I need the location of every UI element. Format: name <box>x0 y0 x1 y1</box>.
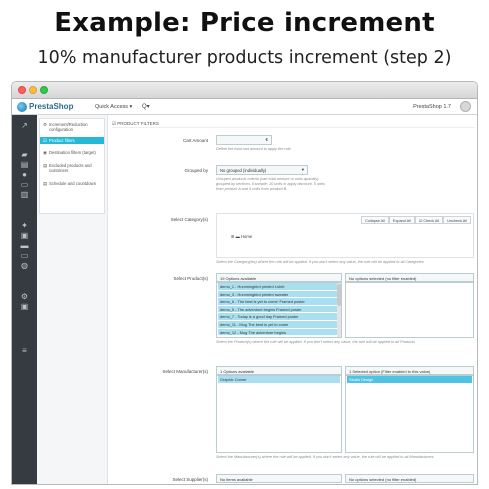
admin-header: PrestaShop Quick Access ▾ Q▾ PrestaShop … <box>12 99 477 115</box>
suppliers-label: Select Supplier(s) <box>172 477 208 482</box>
scrollbar-thumb[interactable] <box>337 284 341 306</box>
stats-icon[interactable]: ▥ <box>19 189 30 200</box>
tab-label: Destination filters (target) <box>49 150 96 155</box>
manufacturers-selected-header[interactable]: 1 Selected option (Filter enabled to thi… <box>345 366 474 375</box>
category-label: Select Category(s) <box>170 217 208 222</box>
prestashop-logo-icon[interactable] <box>17 102 27 112</box>
category-tree: Collapse All Expand All ☑ Check All Unch… <box>216 213 474 258</box>
products-available-list[interactable]: demo_1 - Hummingbird printed t-shirt dem… <box>216 282 342 338</box>
tab-label: Excluded products and customers <box>49 163 92 173</box>
products-selected-header[interactable]: No options selected (no filter enabled) <box>345 273 474 282</box>
list-item[interactable]: demo_5 - The adventure begins Framed pos… <box>218 305 337 314</box>
tab-label: Product filters <box>49 138 75 143</box>
checkbox-icon: ☑ <box>43 138 48 143</box>
list-item[interactable]: demo_3 - Hummingbird printed sweater <box>218 290 337 299</box>
currency-addon: € <box>265 137 268 142</box>
chevron-down-icon: ▾ <box>301 167 304 172</box>
products-label: Select Product(s) <box>173 276 208 281</box>
grouped-by-help: Grouped products criteria (cart total am… <box>216 177 325 191</box>
list-item[interactable]: demo_12 - Mug The adventure begins <box>218 328 337 337</box>
tab-excluded-products[interactable]: ▤ Excluded products and customers <box>40 162 104 174</box>
list-item[interactable]: Graphic Corner <box>218 376 340 384</box>
grouped-by-select[interactable]: No grouped (individually) ▾ <box>216 165 308 175</box>
grouped-by-value: No grouped (individually) <box>220 168 267 173</box>
window-titlebar <box>12 82 477 99</box>
advanced-icon[interactable]: ▣ <box>19 301 30 312</box>
divider <box>112 127 475 128</box>
avatar[interactable] <box>460 101 471 112</box>
list-item[interactable]: Studio Design <box>347 376 472 384</box>
international-icon[interactable]: ◍ <box>19 260 30 271</box>
uncheck-all-button[interactable]: Uncheck All <box>443 216 471 224</box>
cart-amount-help: Define the total cart amount to apply th… <box>216 147 291 151</box>
products-selected-list[interactable] <box>345 282 474 338</box>
category-actions: Collapse All Expand All ☑ Check All Unch… <box>361 216 471 224</box>
page-title: Example: Price increment <box>54 8 435 38</box>
check-all-button[interactable]: ☑ Check All <box>414 216 444 224</box>
category-help: Select the Category(ies) where the rule … <box>216 260 424 264</box>
module-tabs: ⚙ Increment/Reduction configuration ☑ Pr… <box>37 115 108 484</box>
list-item[interactable]: demo_11 - Mug The best is yet to come <box>218 321 337 329</box>
minimize-window-icon[interactable] <box>29 86 37 94</box>
close-window-icon[interactable] <box>18 86 26 94</box>
main-sidebar: ↗ ▰ ▤ ● ▭ ▥ ✦ ▣ ▬ ▭ ◍ ⚙ ▣ ≡ <box>12 115 37 484</box>
list-item[interactable]: demo_6 - The best is yet to come' Framed… <box>218 298 337 306</box>
tab-product-filters[interactable]: ☑ Product filters <box>40 137 104 144</box>
collapse-all-button[interactable]: Collapse All <box>361 216 389 224</box>
manufacturers-available-header[interactable]: 1 Options available <box>216 366 342 375</box>
tree-item-home[interactable]: ⊞ ▬ Home <box>231 234 252 239</box>
grouped-by-label: Grouped by <box>184 168 208 173</box>
manufacturers-help: Select the Manufacturer(s) where the rul… <box>216 455 434 459</box>
cart-amount-input[interactable]: € <box>216 135 272 145</box>
calendar-icon: ▤ <box>43 181 48 186</box>
manufacturers-label: Select Manufacturer(s) <box>162 369 208 374</box>
tab-label: Schedule and countdown <box>49 181 97 186</box>
page-subtitle: 10% manufacturer products increment (ste… <box>37 48 452 68</box>
list-item[interactable]: demo_1 - Hummingbird printed t-shirt <box>218 283 337 291</box>
quick-access-menu[interactable]: Quick Access ▾ <box>95 104 132 110</box>
suppliers-available-header[interactable]: No items available <box>216 474 342 483</box>
manufacturers-selected-list[interactable]: Studio Design <box>345 375 474 453</box>
brand-name[interactable]: PrestaShop <box>29 102 73 111</box>
version-label: PrestaShop 1.7 <box>413 104 451 110</box>
search-icon[interactable]: Q▾ <box>142 103 150 110</box>
browser-window: PrestaShop Quick Access ▾ Q▾ PrestaShop … <box>11 81 478 485</box>
products-scrollbar[interactable] <box>337 283 341 337</box>
cart-amount-label: Cart Amount <box>182 138 208 143</box>
suppliers-selected-header[interactable]: No options selected (no filter enabled) <box>345 474 474 483</box>
dashboard-icon[interactable]: ↗ <box>19 120 30 131</box>
module-tabs-panel: ⚙ Increment/Reduction configuration ☑ Pr… <box>39 118 105 214</box>
tab-schedule[interactable]: ▤ Schedule and countdown <box>40 180 104 187</box>
list-item[interactable]: demo_7 - Today is a good day Framed post… <box>218 313 337 321</box>
products-available-header[interactable]: 19 Options available <box>216 273 342 282</box>
manufacturers-available-list[interactable]: Graphic Corner <box>216 375 342 453</box>
expand-all-button[interactable]: Expand All <box>388 216 415 224</box>
gear-icon: ⚙ <box>43 122 48 127</box>
tab-increment-configuration[interactable]: ⚙ Increment/Reduction configuration <box>40 121 104 133</box>
list-icon: ▤ <box>43 163 48 168</box>
collapse-menu-icon[interactable]: ≡ <box>19 345 30 356</box>
tab-destination-filters[interactable]: ◉ Destination filters (target) <box>40 149 104 156</box>
maximize-window-icon[interactable] <box>40 86 48 94</box>
product-filters-panel: ☑ PRODUCT FILTERS Cart Amount € Define t… <box>108 115 477 484</box>
tab-label: Increment/Reduction configuration <box>49 122 88 132</box>
target-icon: ◉ <box>43 150 47 155</box>
products-help: Select the Product(s) where the rule wil… <box>216 340 416 344</box>
